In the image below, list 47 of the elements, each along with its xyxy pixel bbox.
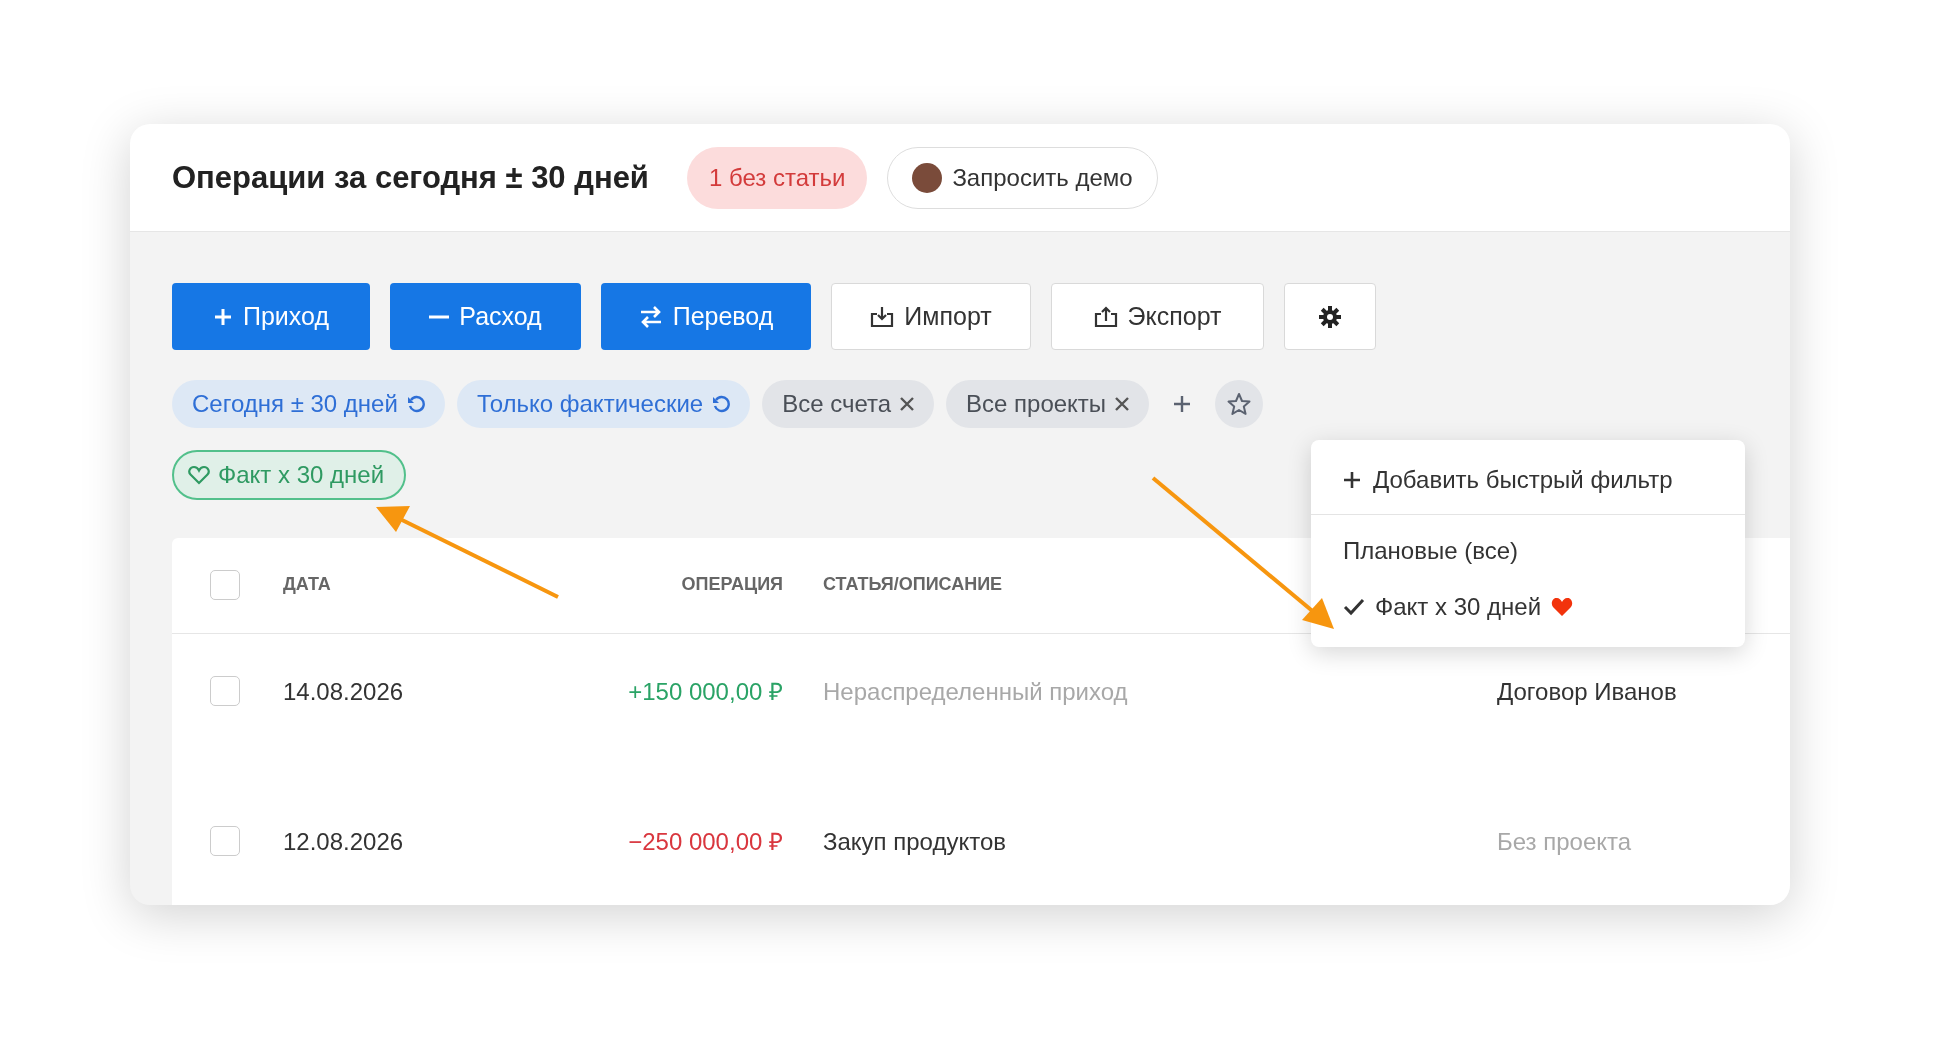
close-icon[interactable] [1115,397,1130,411]
menu-item[interactable]: Факт х 30 дней [1311,579,1745,635]
export-icon [1093,305,1118,328]
amount-cell: −250 000,00 ₽ [628,828,783,856]
close-icon[interactable] [900,397,915,411]
settings-icon [1319,305,1341,328]
menu-item[interactable]: Плановые (все) [1311,523,1745,579]
toolbar-button[interactable]: Перевод [601,283,811,350]
date-cell: 14.08.2026 [283,678,404,706]
date-cell: 12.08.2026 [283,828,404,856]
transfer-icon [638,305,663,328]
description-cell: Закуп продуктов [823,828,1007,856]
checkbox[interactable] [210,676,240,706]
check-icon [1343,598,1365,616]
reset-icon[interactable] [406,395,425,413]
toolbar-button[interactable]: Импорт [831,283,1031,350]
filter-chip[interactable]: Сегодня ± 30 дней [172,380,445,428]
heart-icon [188,465,210,485]
toolbar-button[interactable]: Приход [172,283,370,350]
checkbox[interactable] [210,570,240,600]
plus-icon [213,306,233,327]
column-header: ДАТА [283,574,331,595]
project-cell: Договор Иванов [1497,678,1677,706]
star-icon [1227,392,1252,416]
amount-cell: +150 000,00 ₽ [628,678,783,706]
settings-button[interactable] [1284,283,1376,350]
add-filter-item[interactable]: Добавить быстрый фильтр [1311,448,1745,514]
filter-chip[interactable]: Все счета [762,380,935,428]
favorites-button[interactable] [1215,380,1264,428]
filter-chip[interactable]: Только фактические [456,380,751,428]
toolbar-button[interactable]: Расход [390,283,581,350]
minus-icon [429,314,450,319]
plus-icon [1343,471,1361,489]
add-filter-icon[interactable] [1173,395,1192,413]
project-cell: Без проекта [1497,828,1632,856]
import-icon [870,305,895,328]
demo-button[interactable]: Запросить демо [887,146,1158,209]
uncategorized-badge[interactable]: 1 без статьи [686,146,868,209]
filter-chip[interactable]: Все проекты [946,380,1150,428]
avatar-icon [912,162,943,193]
checkbox[interactable] [210,826,240,856]
toolbar-button[interactable]: Экспорт [1051,283,1264,350]
column-header: ОПЕРАЦИЯ [681,574,783,595]
column-header: СТАТЬЯ/ОПИСАНИЕ [823,574,1003,595]
page-title: Операции за сегодня ± 30 дней [172,159,649,196]
description-cell: Нераспределенный приход [823,678,1128,706]
reset-icon[interactable] [712,395,731,413]
